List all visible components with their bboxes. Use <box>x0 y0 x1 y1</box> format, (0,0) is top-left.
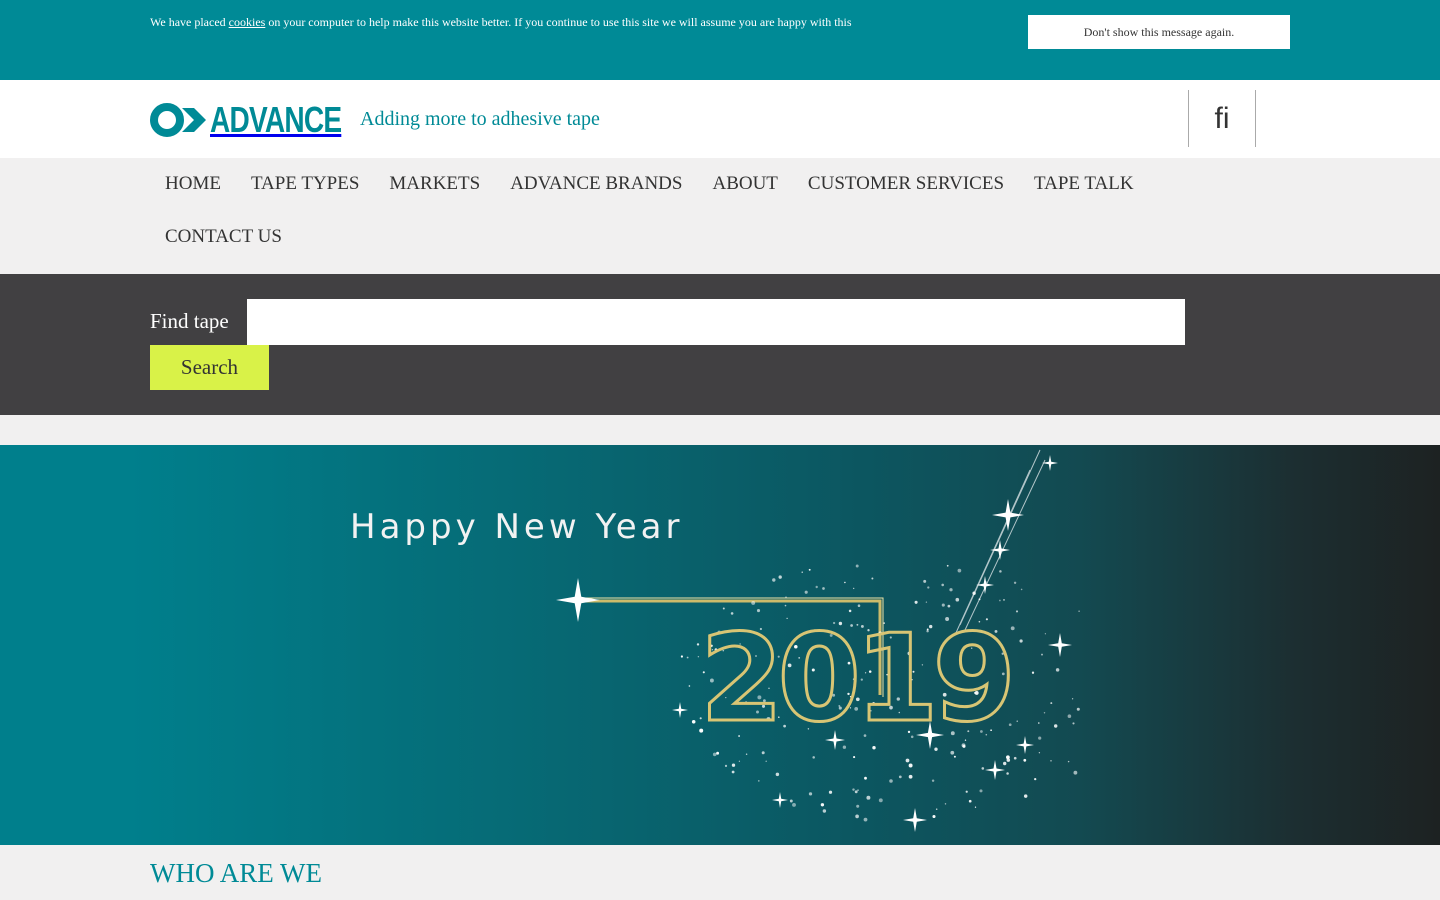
who-are-we-heading: WHO ARE WE <box>150 858 322 888</box>
nav-item-markets[interactable]: MARKETS <box>374 158 495 211</box>
cookie-banner: We have placed cookies on your computer … <box>0 0 1440 80</box>
nav-item-about[interactable]: ABOUT <box>697 158 792 211</box>
nav-item-tape-types[interactable]: TAPE TYPES <box>236 158 374 211</box>
search-button[interactable]: Search <box>150 345 269 390</box>
find-tape-label: Find tape <box>150 309 229 333</box>
cookie-message: We have placed cookies on your computer … <box>150 15 852 29</box>
logo-mark-icon <box>150 103 206 137</box>
nav-item-home[interactable]: HOME <box>150 158 236 211</box>
cookies-link[interactable]: cookies <box>229 15 266 29</box>
main-navigation: HOME TAPE TYPES MARKETS ADVANCE BRANDS A… <box>0 158 1440 264</box>
nav-item-customer-services[interactable]: CUSTOMER SERVICES <box>793 158 1019 211</box>
language-switcher[interactable]: fi <box>1188 90 1256 147</box>
nav-item-tape-talk[interactable]: TAPE TALK <box>1019 158 1149 211</box>
advance-logo[interactable]: ADVANCE <box>150 102 378 138</box>
find-tape-input[interactable] <box>247 299 1185 345</box>
logo-wordmark: ADVANCE <box>210 99 342 140</box>
tagline: Adding more to adhesive tape <box>360 108 600 130</box>
svg-text:2019: 2019 <box>700 610 1010 749</box>
nav-item-advance-brands[interactable]: ADVANCE BRANDS <box>495 158 697 211</box>
dismiss-cookie-button[interactable]: Don't show this message again. <box>1028 15 1290 49</box>
tape-search-bar: Find tape Search <box>0 274 1440 415</box>
year-2019-graphic: 2019 <box>699 609 1018 751</box>
nav-item-contact-us[interactable]: CONTACT US <box>150 211 297 264</box>
site-header: ADVANCE Adding more to adhesive tape fi <box>0 80 1440 158</box>
hero-banner: Happy New Year 2019 <box>0 445 1440 845</box>
